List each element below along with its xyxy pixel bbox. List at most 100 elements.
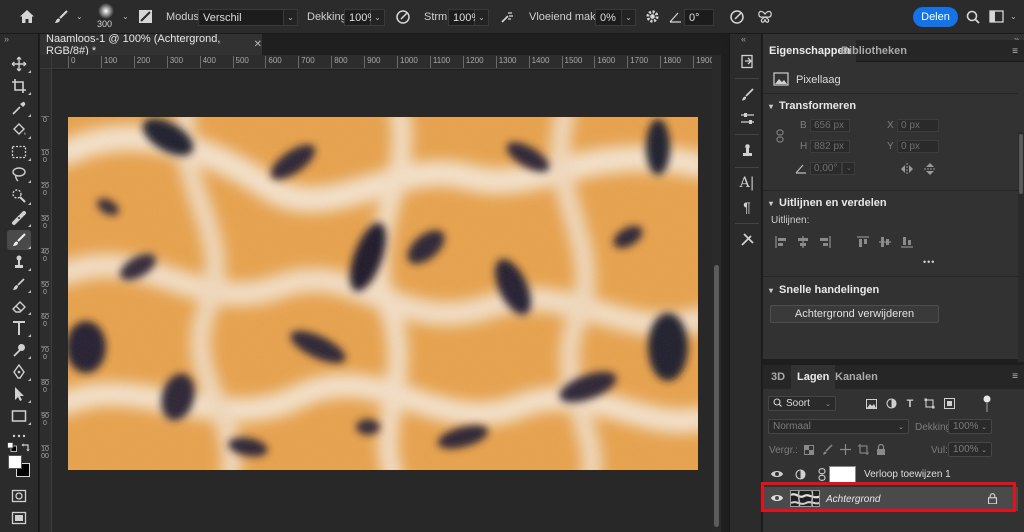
pressure-size-icon[interactable] xyxy=(728,6,746,28)
adjustments-tools-icon[interactable] xyxy=(736,229,758,249)
move-tool-icon[interactable] xyxy=(7,54,31,74)
align-right-edges-icon[interactable] xyxy=(817,235,833,249)
airbrush-icon[interactable] xyxy=(498,6,516,28)
workspace-layout-icon[interactable] xyxy=(987,6,1005,28)
x-field[interactable]: 0 px xyxy=(897,119,939,132)
workspace-chevron-icon[interactable]: ⌄ xyxy=(1010,12,1017,21)
home-icon[interactable] xyxy=(17,6,37,28)
y-field[interactable]: 0 px xyxy=(897,140,939,153)
vertical-ruler[interactable]: 0 100 200 300 400 500 600 700 800 900 1000 xyxy=(40,69,52,532)
tab-kanalen[interactable]: Kanalen xyxy=(829,365,884,389)
lock-transparent-pixels-icon[interactable] xyxy=(801,442,817,457)
history-brush-tool-icon[interactable] xyxy=(7,274,31,294)
horizontal-ruler[interactable]: 0 100 200 300 400 500 600 700 800 900 1000 1100 1200… xyxy=(52,55,712,69)
quick-selection-tool-icon[interactable] xyxy=(7,186,31,206)
crop-tool-icon[interactable] xyxy=(7,76,31,96)
brush-tool-active-icon[interactable] xyxy=(7,230,31,250)
tab-3d[interactable]: 3D xyxy=(765,365,791,389)
smudge-tool-icon[interactable] xyxy=(7,340,31,360)
align-bottom-edges-icon[interactable] xyxy=(899,235,915,249)
quick-actions-header[interactable]: ▾ Snelle handelingen xyxy=(769,284,879,296)
filter-type-icon[interactable]: T xyxy=(902,396,918,411)
transform-header[interactable]: ▾ Transformeren xyxy=(769,100,856,112)
eyedropper-tool-icon[interactable] xyxy=(7,98,31,118)
strm-field[interactable]: 100% ⌄ xyxy=(448,9,489,26)
symmetry-butterfly-icon[interactable] xyxy=(756,6,774,28)
brush-tool-icon[interactable] xyxy=(52,6,70,28)
scrollbar-thumb[interactable] xyxy=(1019,134,1023,194)
foreground-color-swatch[interactable] xyxy=(8,455,22,469)
eye-icon[interactable] xyxy=(770,467,784,481)
blend-mode-select[interactable]: Normaal ⌄ xyxy=(768,419,909,434)
align-top-edges-icon[interactable] xyxy=(855,235,871,249)
history-panel-icon[interactable] xyxy=(736,51,758,71)
flip-horizontal-icon[interactable] xyxy=(900,162,914,176)
search-icon[interactable] xyxy=(964,6,982,28)
canvas-area[interactable] xyxy=(52,70,712,532)
filter-toggle-switch[interactable] xyxy=(983,395,991,413)
link-icon[interactable] xyxy=(818,468,826,481)
angle-field[interactable]: 0,00° xyxy=(810,162,842,175)
eraser-tool-icon[interactable] xyxy=(7,296,31,316)
vloeiend-field[interactable]: 0% ⌄ xyxy=(595,9,636,26)
align-left-edges-icon[interactable] xyxy=(773,235,789,249)
strip-collapse-icon[interactable]: « xyxy=(741,34,746,44)
default-colors-icon[interactable] xyxy=(7,442,17,452)
align-horizontal-centers-icon[interactable] xyxy=(795,235,811,249)
link-dimensions-icon[interactable] xyxy=(775,129,785,143)
lock-position-icon[interactable] xyxy=(837,442,853,457)
height-field[interactable]: 882 px xyxy=(810,140,850,153)
lasso-tool-icon[interactable] xyxy=(7,164,31,184)
angle-field[interactable]: 0° xyxy=(684,9,714,26)
dekking-field[interactable]: 100% ⌄ xyxy=(344,9,385,26)
tool-presets-icon[interactable] xyxy=(736,108,758,128)
fill-field[interactable]: 100% ⌄ xyxy=(948,442,992,457)
rectangle-tool-icon[interactable] xyxy=(7,406,31,426)
layer-mask-thumbnail[interactable] xyxy=(829,466,856,483)
gear-icon[interactable] xyxy=(643,6,661,28)
clone-stamp-tool-icon[interactable] xyxy=(7,252,31,272)
panel-menu-icon[interactable]: ≡ xyxy=(1012,371,1018,382)
paragraph-panel-icon[interactable]: ¶ xyxy=(736,197,758,217)
layer-name[interactable]: Verloop toewijzen 1 xyxy=(864,469,951,480)
width-field[interactable]: 656 px xyxy=(810,119,850,132)
remove-background-button[interactable]: Achtergrond verwijderen xyxy=(770,305,939,323)
modus-select[interactable]: Verschil ⌄ xyxy=(198,9,298,26)
flip-vertical-icon[interactable] xyxy=(923,162,937,176)
clone-source-icon[interactable] xyxy=(736,140,758,160)
type-tool-icon[interactable] xyxy=(7,318,31,338)
tab-bibliotheken[interactable]: Bibliotheken xyxy=(835,40,913,62)
filter-shape-icon[interactable] xyxy=(921,396,937,411)
quick-mask-icon[interactable] xyxy=(7,486,31,506)
character-panel-icon[interactable]: A| xyxy=(736,173,758,193)
layer-filter-select[interactable]: Soort ⌄ xyxy=(768,396,836,411)
tool-preset-chevron-icon[interactable]: ⌄ xyxy=(76,12,83,21)
share-button[interactable]: Delen xyxy=(913,7,958,27)
path-selection-tool-icon[interactable] xyxy=(7,384,31,404)
swap-colors-icon[interactable] xyxy=(21,442,31,452)
angle-dropdown[interactable]: ⌄ xyxy=(842,162,855,175)
screen-mode-icon[interactable] xyxy=(7,508,31,528)
lock-artboard-icon[interactable] xyxy=(855,442,871,457)
marquee-tool-icon[interactable] xyxy=(7,142,31,162)
more-options-icon[interactable]: ••• xyxy=(923,257,935,267)
paint-bucket-tool-icon[interactable] xyxy=(7,120,31,140)
panel-menu-icon[interactable]: ≡ xyxy=(1012,46,1018,57)
brush-settings-icon[interactable] xyxy=(136,6,154,28)
document-tab[interactable]: Naamloos-1 @ 100% (Achtergrond, RGB/8#) … xyxy=(40,33,262,57)
healing-brush-tool-icon[interactable] xyxy=(7,208,31,228)
brush-picker-chevron-icon[interactable]: ⌄ xyxy=(122,12,129,21)
brush-settings-panel-icon[interactable] xyxy=(736,84,758,104)
lock-all-icon[interactable] xyxy=(873,442,889,457)
align-header[interactable]: ▾ Uitlijnen en verdelen xyxy=(769,197,887,209)
pen-tool-icon[interactable] xyxy=(7,362,31,382)
properties-scrollbar[interactable] xyxy=(1018,132,1024,368)
layer-opacity-field[interactable]: 100% ⌄ xyxy=(948,419,992,434)
tools-collapse-icon[interactable]: » xyxy=(4,34,9,44)
pressure-opacity-icon[interactable] xyxy=(394,6,412,28)
align-vertical-centers-icon[interactable] xyxy=(877,235,893,249)
close-icon[interactable]: ✕ xyxy=(254,39,262,50)
filter-smart-object-icon[interactable] xyxy=(941,396,957,411)
vertical-scrollbar[interactable] xyxy=(712,55,721,532)
filter-pixel-icon[interactable] xyxy=(863,396,879,411)
